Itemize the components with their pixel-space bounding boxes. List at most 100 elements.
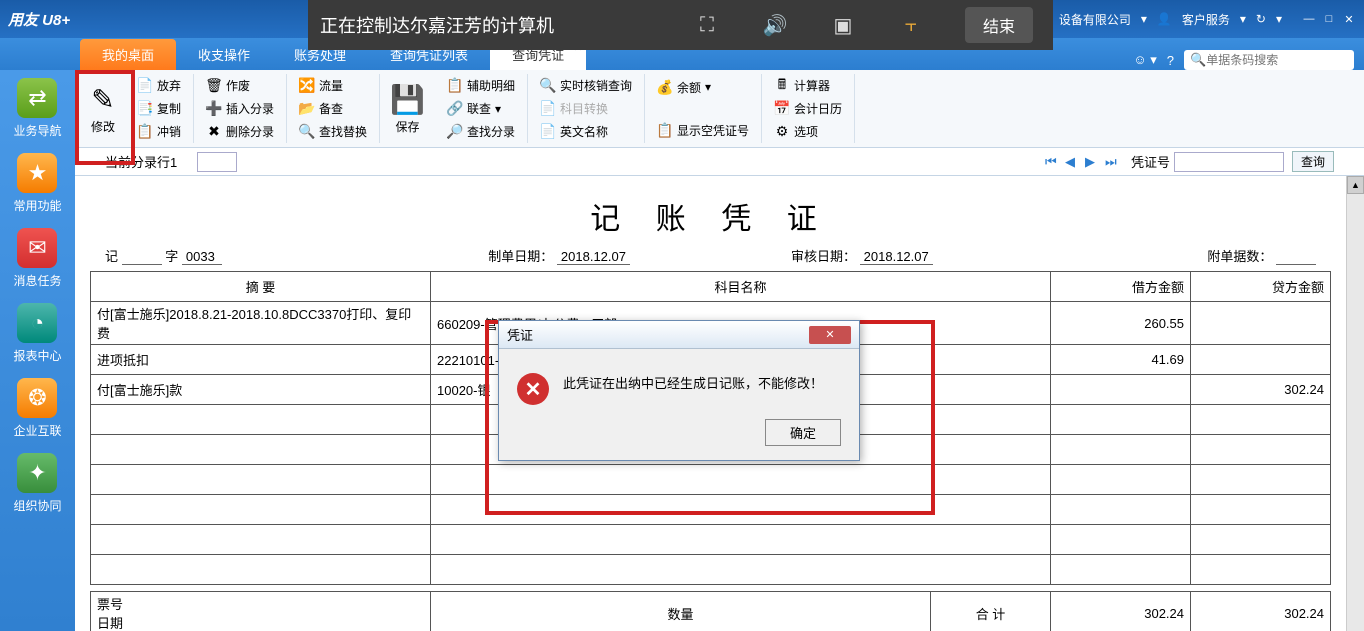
sound-icon[interactable]: 🔊 — [761, 11, 789, 39]
subject-convert-button[interactable]: 📄科目转换 — [536, 99, 636, 118]
cell-credit[interactable] — [1191, 555, 1331, 585]
find-entry-button[interactable]: 🔎查找分录 — [443, 122, 519, 141]
close-button[interactable]: ✕ — [1342, 12, 1356, 26]
contact-button[interactable]: 🔗联查 ▾ — [443, 99, 519, 118]
scroll-up-icon[interactable]: ▲ — [1347, 176, 1364, 194]
cell-credit[interactable] — [1191, 465, 1331, 495]
cell-credit[interactable] — [1191, 495, 1331, 525]
cell-credit[interactable] — [1191, 435, 1331, 465]
table-row[interactable] — [91, 555, 1331, 585]
offset-button[interactable]: 📋冲销 — [133, 122, 185, 141]
cell-summary[interactable] — [91, 435, 431, 465]
minimize-button[interactable]: — — [1302, 12, 1316, 26]
cell-summary[interactable]: 进项抵扣 — [91, 345, 431, 375]
dropdown-icon[interactable]: ▾ — [1276, 12, 1282, 26]
flow-button[interactable]: 🔀流量 — [295, 76, 371, 95]
cell-credit[interactable]: 302.24 — [1191, 375, 1331, 405]
tab-receipts[interactable]: 收支操作 — [176, 39, 272, 70]
cell-credit[interactable] — [1191, 405, 1331, 435]
calendar-button[interactable]: 📅会计日历 — [770, 99, 846, 118]
table-row[interactable] — [91, 465, 1331, 495]
refresh-icon[interactable]: ↻ — [1256, 12, 1266, 26]
first-icon[interactable]: ⏮ — [1045, 154, 1061, 170]
void-button[interactable]: 🗑作废 — [202, 76, 278, 95]
cell-debit[interactable] — [1051, 405, 1191, 435]
sidebar-item-fav[interactable]: ★常用功能 — [13, 153, 61, 214]
copy-button[interactable]: 📑复制 — [133, 99, 185, 118]
search-icon: 🔍 — [1190, 52, 1206, 68]
sidebar-item-nav[interactable]: ⇄业务导航 — [13, 78, 61, 139]
table-row[interactable] — [91, 495, 1331, 525]
pin-icon[interactable]: ⫟ — [897, 11, 925, 39]
options-button[interactable]: ⚙选项 — [770, 122, 846, 141]
cell-debit[interactable] — [1051, 525, 1191, 555]
query-button[interactable]: 查询 — [1292, 151, 1334, 172]
cell-subject[interactable] — [431, 465, 1051, 495]
sidebar-item-msg[interactable]: ✉消息任务 — [13, 228, 61, 289]
cell-subject[interactable] — [431, 495, 1051, 525]
cell-debit[interactable] — [1051, 495, 1191, 525]
cell-summary[interactable]: 付[富士施乐]款 — [91, 375, 431, 405]
table-row[interactable] — [91, 525, 1331, 555]
cell-debit[interactable]: 41.69 — [1051, 345, 1191, 375]
mail-icon: ✉ — [17, 228, 57, 268]
cell-summary[interactable] — [91, 555, 431, 585]
sidebar-item-org[interactable]: ✦组织协同 — [13, 453, 61, 514]
review-button[interactable]: 📂备查 — [295, 99, 371, 118]
save-button[interactable]: 💾保存 — [380, 74, 435, 143]
vertical-scrollbar[interactable]: ▲ — [1346, 176, 1364, 631]
next-icon[interactable]: ▶ — [1085, 154, 1101, 170]
dialog-close-button[interactable]: ✕ — [809, 326, 851, 344]
tab-desktop[interactable]: 我的桌面 — [80, 39, 176, 70]
end-session-button[interactable]: 结束 — [965, 7, 1033, 43]
fullscreen-icon[interactable]: ⛶ — [693, 11, 721, 39]
sidebar-item-report[interactable]: ◔报表中心 — [13, 303, 61, 364]
current-row-input[interactable] — [197, 152, 237, 172]
dropdown-icon[interactable]: ▾ — [1240, 12, 1246, 26]
cell-summary[interactable]: 付[富士施乐]2018.8.21-2018.10.8DCC3370打印、复印费 — [91, 302, 431, 345]
smiley-icon[interactable]: ☺ ▾ — [1133, 52, 1156, 68]
cell-debit[interactable] — [1051, 465, 1191, 495]
cell-debit[interactable] — [1051, 435, 1191, 465]
cell-debit[interactable]: 260.55 — [1051, 302, 1191, 345]
last-icon[interactable]: ⏭ — [1105, 154, 1121, 170]
balance-button[interactable]: 💰余额 ▾ — [653, 78, 753, 97]
realtime-query-button[interactable]: 🔍实时核销查询 — [536, 76, 636, 95]
delete-entry-button[interactable]: ✖删除分录 — [202, 122, 278, 141]
discard-button[interactable]: 📄放弃 — [133, 76, 185, 95]
find-replace-button[interactable]: 🔍查找替换 — [295, 122, 371, 141]
insert-entry-button[interactable]: ➕插入分录 — [202, 99, 278, 118]
modify-button[interactable]: ✎修改 — [81, 74, 125, 143]
show-empty-button[interactable]: 📋显示空凭证号 — [653, 121, 753, 140]
calculator-button[interactable]: 🖩计算器 — [770, 76, 846, 95]
help-icon[interactable]: ? — [1167, 53, 1174, 68]
cell-credit[interactable] — [1191, 345, 1331, 375]
cell-subject[interactable] — [431, 525, 1051, 555]
screen-icon[interactable]: ▣ — [829, 11, 857, 39]
english-name-button[interactable]: 📄英文名称 — [536, 122, 636, 141]
cell-debit[interactable] — [1051, 375, 1191, 405]
voucher-footer: 票号 日期 数量 合 计 302.24 302.24 — [90, 591, 1331, 631]
prev-icon[interactable]: ◀ — [1065, 154, 1081, 170]
search-input[interactable] — [1206, 53, 1361, 67]
nav-icon: ⇄ — [17, 78, 57, 118]
cell-summary[interactable] — [91, 465, 431, 495]
customer-service-link[interactable]: 客户服务 — [1182, 11, 1230, 28]
cell-summary[interactable] — [91, 495, 431, 525]
barcode-search[interactable]: 🔍 — [1184, 50, 1354, 70]
col-summary: 摘 要 — [91, 272, 431, 302]
voucher-title: 记 账 凭 证 — [75, 176, 1346, 246]
cell-credit[interactable] — [1191, 525, 1331, 555]
aux-detail-button[interactable]: 📋辅助明细 — [443, 76, 519, 95]
dropdown-icon[interactable]: ▾ — [1141, 12, 1147, 26]
ok-button[interactable]: 确定 — [765, 419, 841, 446]
cell-credit[interactable] — [1191, 302, 1331, 345]
sidebar-item-enterprise[interactable]: ❂企业互联 — [13, 378, 61, 439]
cell-debit[interactable] — [1051, 555, 1191, 585]
cell-summary[interactable] — [91, 405, 431, 435]
maximize-button[interactable]: □ — [1322, 12, 1336, 26]
voucher-no-input[interactable] — [1174, 152, 1284, 172]
cell-subject[interactable] — [431, 555, 1051, 585]
cell-summary[interactable] — [91, 525, 431, 555]
user-icon[interactable]: 👤 — [1157, 12, 1172, 26]
